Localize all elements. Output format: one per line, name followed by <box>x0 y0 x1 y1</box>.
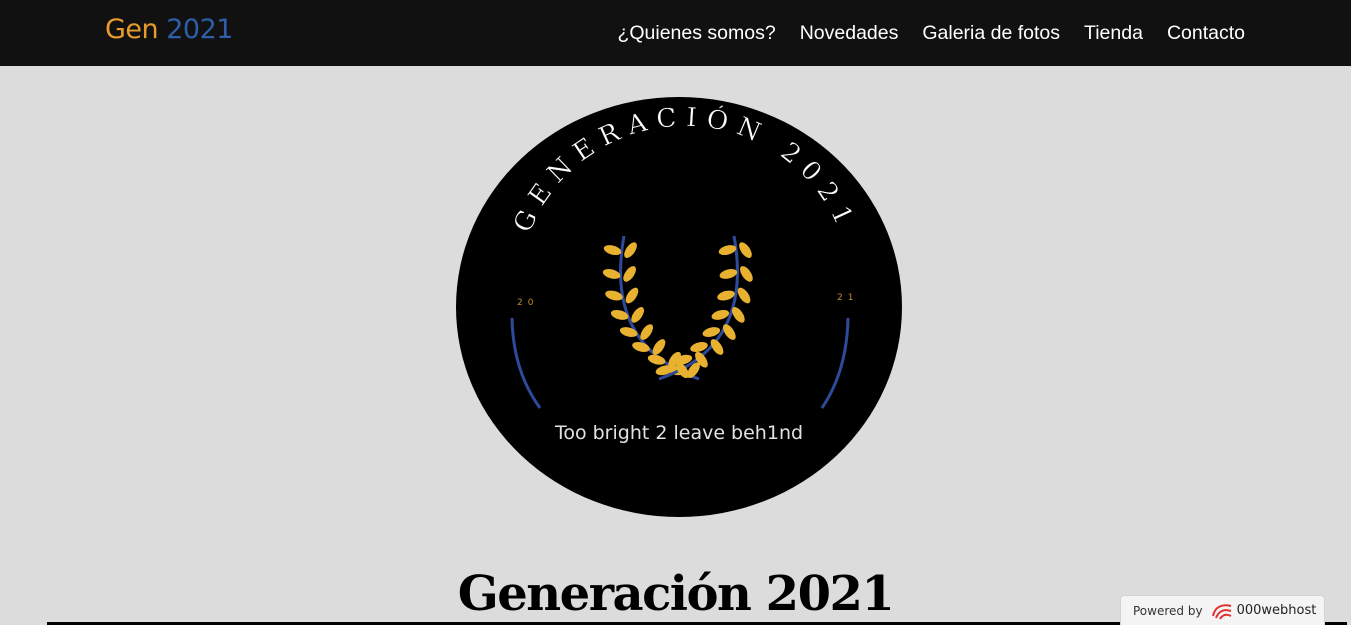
nav-link-tienda[interactable]: Tienda <box>1084 21 1143 45</box>
brand-logo-link[interactable]: Gen 2021 <box>105 14 233 45</box>
generation-logo: GENERACIÓN 2021 20 21 Too bright 2 leave… <box>455 96 904 519</box>
brand-word-gen: Gen <box>105 14 159 45</box>
brand-word-year: 2021 <box>166 14 233 45</box>
logo-emblem: GENERACIÓN 2021 20 21 Too bright 2 leave… <box>456 97 902 517</box>
nav-links: ¿Quienes somos? Novedades Galeria de fot… <box>617 21 1245 45</box>
nav-link-galeria[interactable]: Galeria de fotos <box>922 21 1060 45</box>
logo-tagline: Too bright 2 leave beh1nd <box>554 422 803 444</box>
nav-link-quienes-somos[interactable]: ¿Quienes somos? <box>617 21 775 45</box>
powered-by-label: Powered by <box>1133 603 1203 618</box>
powered-by-brand: 000webhost <box>1236 603 1317 618</box>
nav-link-novedades[interactable]: Novedades <box>800 21 899 45</box>
nav-link-contacto[interactable]: Contacto <box>1167 21 1245 45</box>
logo-year-left: 20 <box>517 298 538 308</box>
webhost-logo-icon <box>1211 603 1232 620</box>
top-navbar: Gen 2021 ¿Quienes somos? Novedades Galer… <box>0 0 1351 66</box>
powered-by-badge[interactable]: Powered by 000webhost <box>1120 595 1325 625</box>
logo-year-right: 21 <box>837 293 858 303</box>
